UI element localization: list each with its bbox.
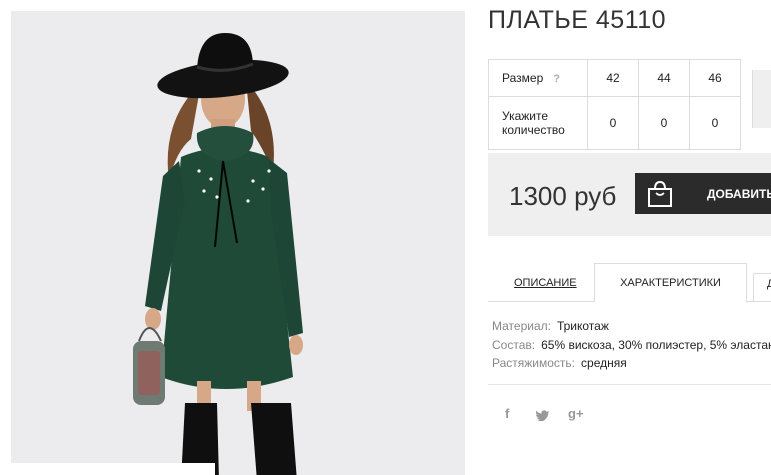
size-table: Размер? 42 44 46 Укажите количество 0 0 … (488, 59, 741, 150)
spec-material: Материал: Трикотаж (492, 319, 609, 333)
size-option-42: 42 (587, 59, 639, 97)
quantity-input-44[interactable]: 0 (638, 96, 690, 150)
size-option-44: 44 (638, 59, 690, 97)
spec-value: 65% вискоза, 30% полиэстер, 5% эластан (541, 338, 771, 352)
quantity-input-46[interactable]: 0 (689, 96, 741, 150)
product-title: ПЛАТЬЕ 45110 (488, 6, 667, 34)
spec-composition: Состав: 65% вискоза, 30% полиэстер, 5% эл… (492, 338, 771, 352)
product-photo[interactable] (11, 11, 465, 475)
facebook-icon[interactable]: f (505, 406, 509, 421)
price: 1300 руб (509, 181, 617, 211)
tab-characteristics[interactable]: ХАРАКТЕРИСТИКИ (594, 263, 747, 303)
model-illustration (133, 33, 303, 475)
buy-box: 1300 руб ДОБАВИТЬ (488, 153, 771, 236)
spec-value: средняя (581, 356, 627, 370)
size-label-cell: Размер? (488, 59, 588, 97)
add-to-cart-button[interactable]: ДОБАВИТЬ (635, 173, 771, 214)
size-label: Размер (502, 71, 544, 85)
google-plus-icon[interactable]: g+ (568, 406, 584, 421)
add-to-cart-label: ДОБАВИТЬ (707, 187, 771, 201)
size-help-icon[interactable]: ? (553, 73, 560, 85)
spec-key: Материал: (492, 319, 551, 333)
product-thumbnail[interactable] (752, 70, 771, 128)
quantity-label: Укажите количество (488, 96, 588, 150)
spec-key: Состав: (492, 338, 536, 352)
quantity-input-42[interactable]: 0 (587, 96, 639, 150)
specs-divider (488, 384, 771, 385)
tab-delivery[interactable]: Д (753, 273, 771, 302)
size-option-46: 46 (689, 59, 741, 97)
spec-stretch: Растяжимость: средняя (492, 356, 627, 370)
twitter-icon[interactable] (535, 409, 550, 421)
tab-delivery-label: Д (767, 278, 771, 290)
tab-description[interactable]: ОПИСАНИЕ (514, 277, 577, 289)
shopping-bag-icon (648, 181, 672, 207)
spec-value: Трикотаж (556, 319, 609, 333)
photo-bottom-strip (11, 463, 215, 475)
spec-key: Растяжимость: (492, 356, 576, 370)
